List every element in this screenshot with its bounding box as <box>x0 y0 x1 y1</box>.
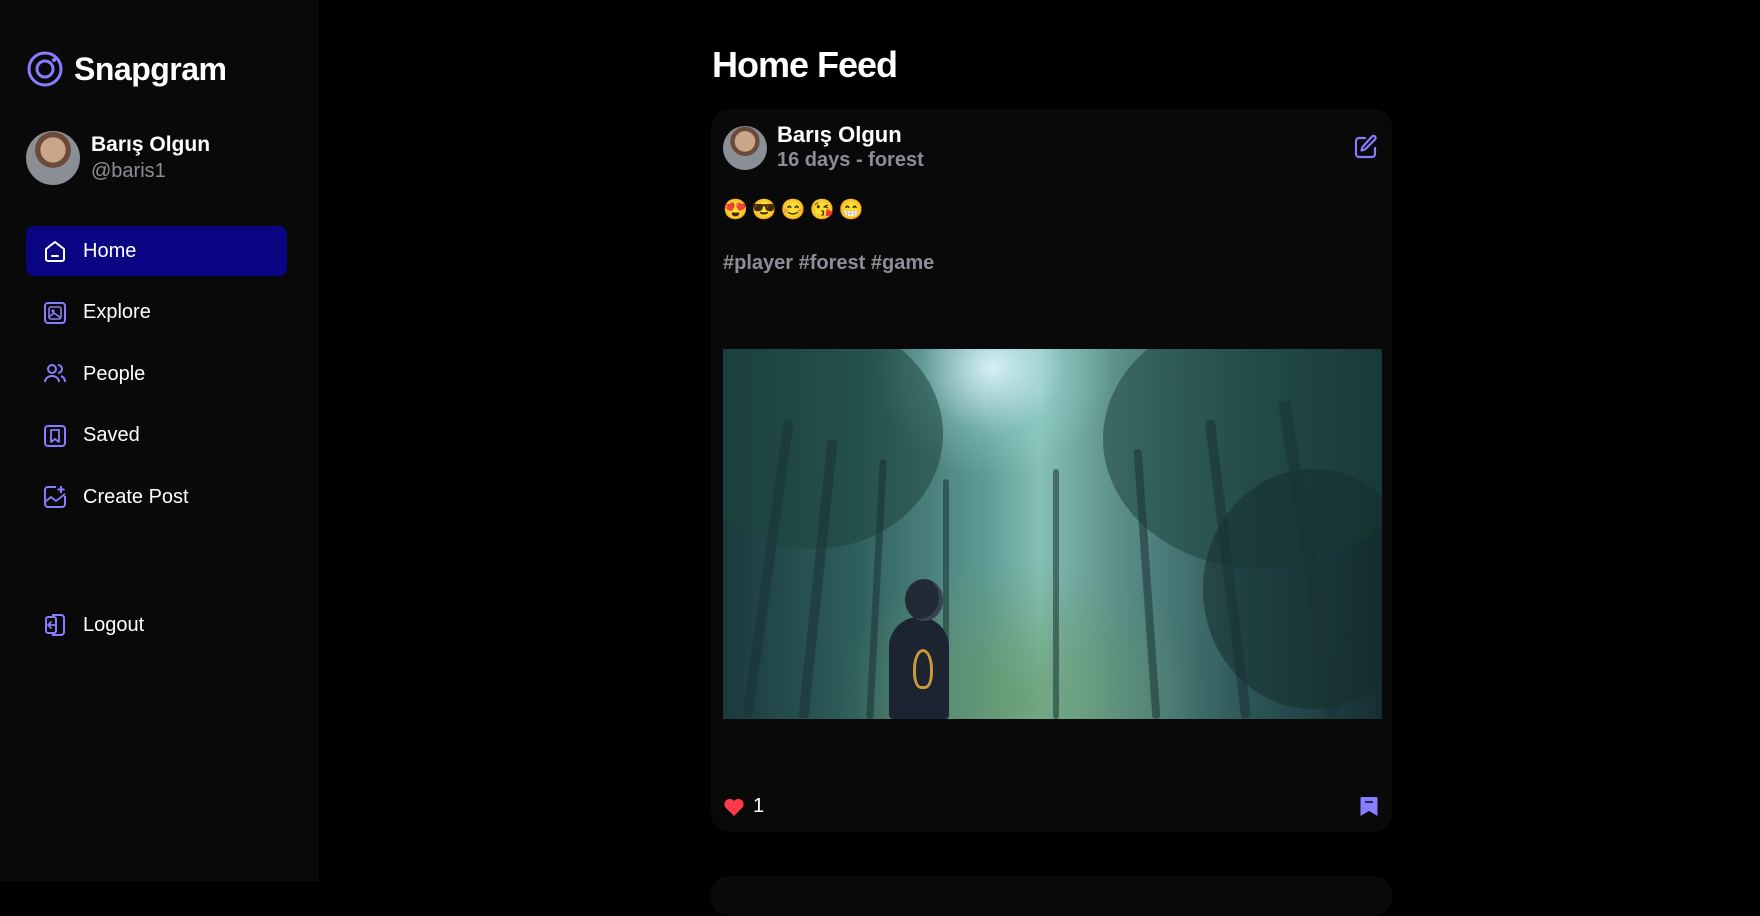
like-button[interactable]: 1 <box>723 795 764 818</box>
post-meta: 16 days - forest <box>777 149 924 171</box>
next-post-card <box>711 876 1392 916</box>
post-author-avatar[interactable] <box>723 126 767 170</box>
sidebar-item-label: Explore <box>83 301 151 323</box>
sidebar-nav: Home Explore People Saved Create Post <box>26 226 287 534</box>
home-icon <box>42 238 68 264</box>
profile-name: Barış Olgun <box>91 133 211 156</box>
sidebar-item-label: Create Post <box>83 485 189 508</box>
post-card: Barış Olgun 16 days - forest 😍😎😊😘😁 #play… <box>711 109 1392 832</box>
sidebar-item-label: People <box>83 362 146 385</box>
sidebar-item-saved[interactable]: Saved <box>26 411 287 461</box>
user-profile-link[interactable]: Barış Olgun @baris1 <box>26 131 210 185</box>
post-tags[interactable]: #player #forest #game <box>723 252 934 275</box>
post-image[interactable] <box>723 349 1382 719</box>
logout-button[interactable]: Logout <box>26 600 287 650</box>
likes-count: 1 <box>753 795 765 817</box>
sidebar-item-explore[interactable]: Explore <box>26 288 287 338</box>
app-logo[interactable]: Snapgram <box>26 50 227 88</box>
figure-emblem-illustration <box>913 649 933 689</box>
sidebar-item-label: Home <box>83 239 137 262</box>
sidebar-item-create-post[interactable]: Create Post <box>26 472 287 522</box>
bookmark-icon <box>42 423 68 449</box>
sidebar-item-label: Saved <box>83 424 140 446</box>
logout-container: Logout <box>26 600 287 662</box>
logout-icon <box>42 612 68 638</box>
sidebar-item-home[interactable]: Home <box>26 226 287 276</box>
post-caption: 😍😎😊😘😁 <box>723 199 868 221</box>
explore-icon <box>42 300 68 326</box>
left-sidebar: Snapgram Barış Olgun @baris1 Home Explor… <box>0 0 319 881</box>
save-post-button[interactable] <box>1358 795 1380 817</box>
figure-head-illustration <box>905 579 943 621</box>
post-author-name[interactable]: Barış Olgun <box>777 122 902 148</box>
edit-post-button[interactable] <box>1352 133 1380 161</box>
avatar <box>26 131 80 185</box>
snapgram-logo-icon <box>27 51 63 87</box>
sidebar-item-people[interactable]: People <box>26 349 287 399</box>
create-post-icon <box>42 484 68 510</box>
profile-handle: @baris1 <box>91 160 166 182</box>
app-name: Snapgram <box>74 50 227 87</box>
edit-icon <box>1354 134 1377 159</box>
page-title: Home Feed <box>712 44 898 85</box>
heart-icon <box>724 798 744 816</box>
logout-label: Logout <box>83 613 145 636</box>
bookmark-filled-icon <box>1360 797 1378 816</box>
people-icon <box>42 361 68 387</box>
